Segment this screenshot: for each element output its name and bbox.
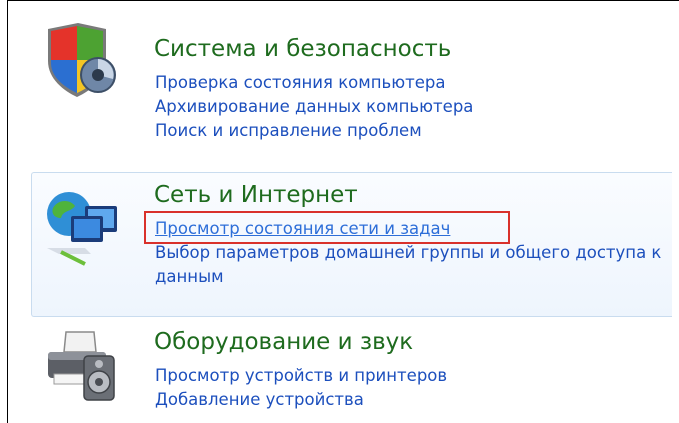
network-globe-icon[interactable]	[41, 188, 119, 266]
link-add-device[interactable]: Добавление устройства	[155, 388, 670, 412]
link-view-network-status[interactable]: Просмотр состояния сети и задач	[155, 217, 670, 241]
category-hardware-sound: Оборудование и звук Просмотр устройств и…	[32, 318, 672, 423]
printer-speaker-icon[interactable]	[40, 324, 118, 402]
category-links: Просмотр устройств и принтеров Добавлени…	[155, 364, 670, 412]
category-network-internet: Сеть и Интернет Просмотр состояния сети …	[31, 172, 672, 317]
category-title-system-security[interactable]: Система и безопасность	[154, 35, 451, 63]
category-links: Просмотр состояния сети и задач Выбор па…	[155, 217, 670, 289]
category-title-hardware-sound[interactable]: Оборудование и звук	[154, 328, 413, 356]
link-view-devices-printers[interactable]: Просмотр устройств и принтеров	[155, 364, 670, 388]
link-find-fix-problems[interactable]: Поиск и исправление проблем	[155, 119, 670, 143]
shield-icon[interactable]	[40, 21, 118, 99]
category-system-security: Система и безопасность Проверка состояни…	[32, 15, 672, 170]
category-links: Проверка состояния компьютера Архивирова…	[155, 71, 670, 143]
category-title-network-internet[interactable]: Сеть и Интернет	[154, 181, 358, 209]
link-check-computer-status[interactable]: Проверка состояния компьютера	[155, 71, 670, 95]
link-backup-computer[interactable]: Архивирование данных компьютера	[155, 95, 670, 119]
link-homegroup-sharing[interactable]: Выбор параметров домашней группы и общег…	[155, 241, 670, 289]
